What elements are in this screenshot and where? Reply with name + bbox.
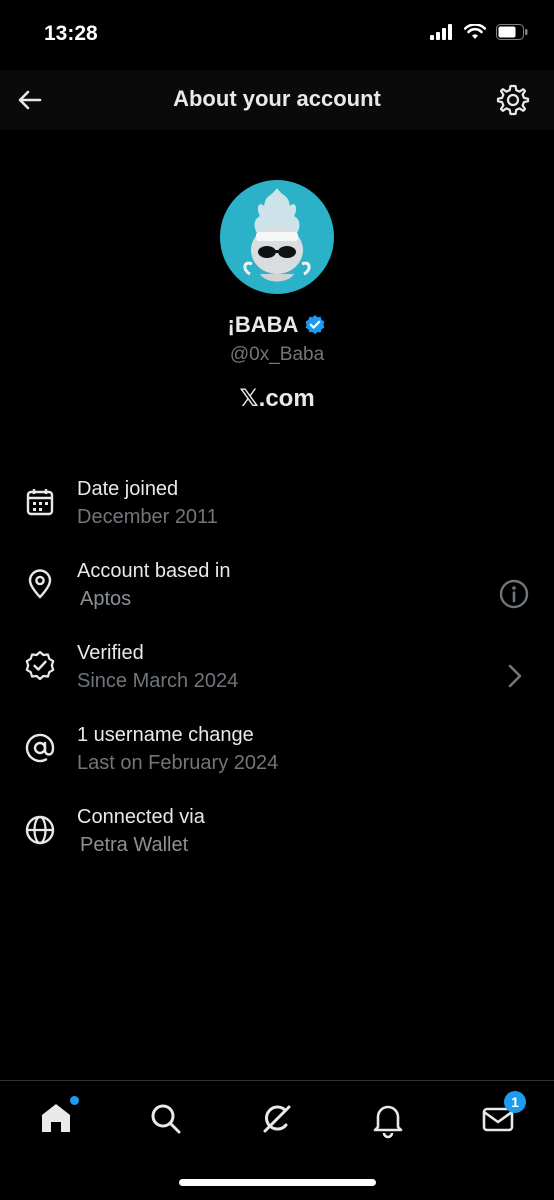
info-value: December 2011 <box>77 506 218 528</box>
search-icon <box>151 1104 181 1134</box>
site-name: 𝕏.com <box>239 385 315 412</box>
verified-badge-icon <box>25 650 55 681</box>
location-pin-icon <box>28 569 52 599</box>
name-row: ¡BABA <box>0 312 554 338</box>
gear-icon[interactable] <box>496 83 530 117</box>
info-value: Since March 2024 <box>77 670 239 692</box>
status-bar: 13:28 <box>0 0 554 70</box>
info-row-date-joined: Date joined December 2011 <box>0 470 554 552</box>
notification-dot <box>70 1096 79 1105</box>
signal-icon <box>430 24 452 40</box>
info-label: Account based in <box>77 560 231 582</box>
globe-icon <box>25 815 55 845</box>
home-indicator <box>179 1179 376 1186</box>
at-sign-icon <box>25 733 55 763</box>
status-icons <box>430 24 528 40</box>
info-circle-icon[interactable] <box>498 578 530 610</box>
info-value: Petra Wallet <box>80 834 189 856</box>
info-label: Connected via <box>77 806 205 828</box>
info-label: Verified <box>77 642 144 664</box>
profile-summary: ¡BABA @0x_Baba 𝕏.com <box>0 180 554 413</box>
tab-messages[interactable]: 1 <box>478 1091 526 1139</box>
avatar[interactable] <box>220 180 334 294</box>
wifi-icon <box>464 24 486 39</box>
tab-grok[interactable] <box>257 1099 297 1139</box>
top-nav-bar: About your account <box>0 70 554 130</box>
avatar-illustration <box>243 188 311 282</box>
chevron-right-icon[interactable] <box>498 660 530 692</box>
info-row-verified[interactable]: Verified Since March 2024 <box>0 634 554 716</box>
tab-notifications[interactable] <box>368 1099 408 1139</box>
home-icon <box>42 1104 70 1132</box>
account-info-list: Date joined December 2011 Account based … <box>0 470 554 880</box>
unread-badge: 1 <box>504 1091 526 1113</box>
tab-search[interactable] <box>146 1099 186 1139</box>
verified-checkmark-icon <box>306 315 325 335</box>
info-row-username-changes: 1 username change Last on February 2024 <box>0 716 554 798</box>
info-label: Date joined <box>77 478 179 500</box>
username-handle: @0x_Baba <box>229 344 325 365</box>
bell-icon <box>373 1105 403 1139</box>
info-row-connected-via: Connected via Petra Wallet <box>0 798 554 880</box>
page-title: About your account <box>173 86 381 111</box>
info-label: 1 username change <box>77 724 254 746</box>
status-time: 13:28 <box>44 22 98 45</box>
tab-home[interactable] <box>36 1096 79 1139</box>
battery-icon <box>496 24 528 40</box>
info-value: Aptos <box>80 588 132 610</box>
info-value: Last on February 2024 <box>77 752 279 774</box>
display-name: ¡BABA <box>227 312 299 337</box>
grok-icon <box>263 1105 291 1133</box>
calendar-icon <box>26 489 54 516</box>
info-row-account-location: Account based in Aptos <box>0 552 554 634</box>
